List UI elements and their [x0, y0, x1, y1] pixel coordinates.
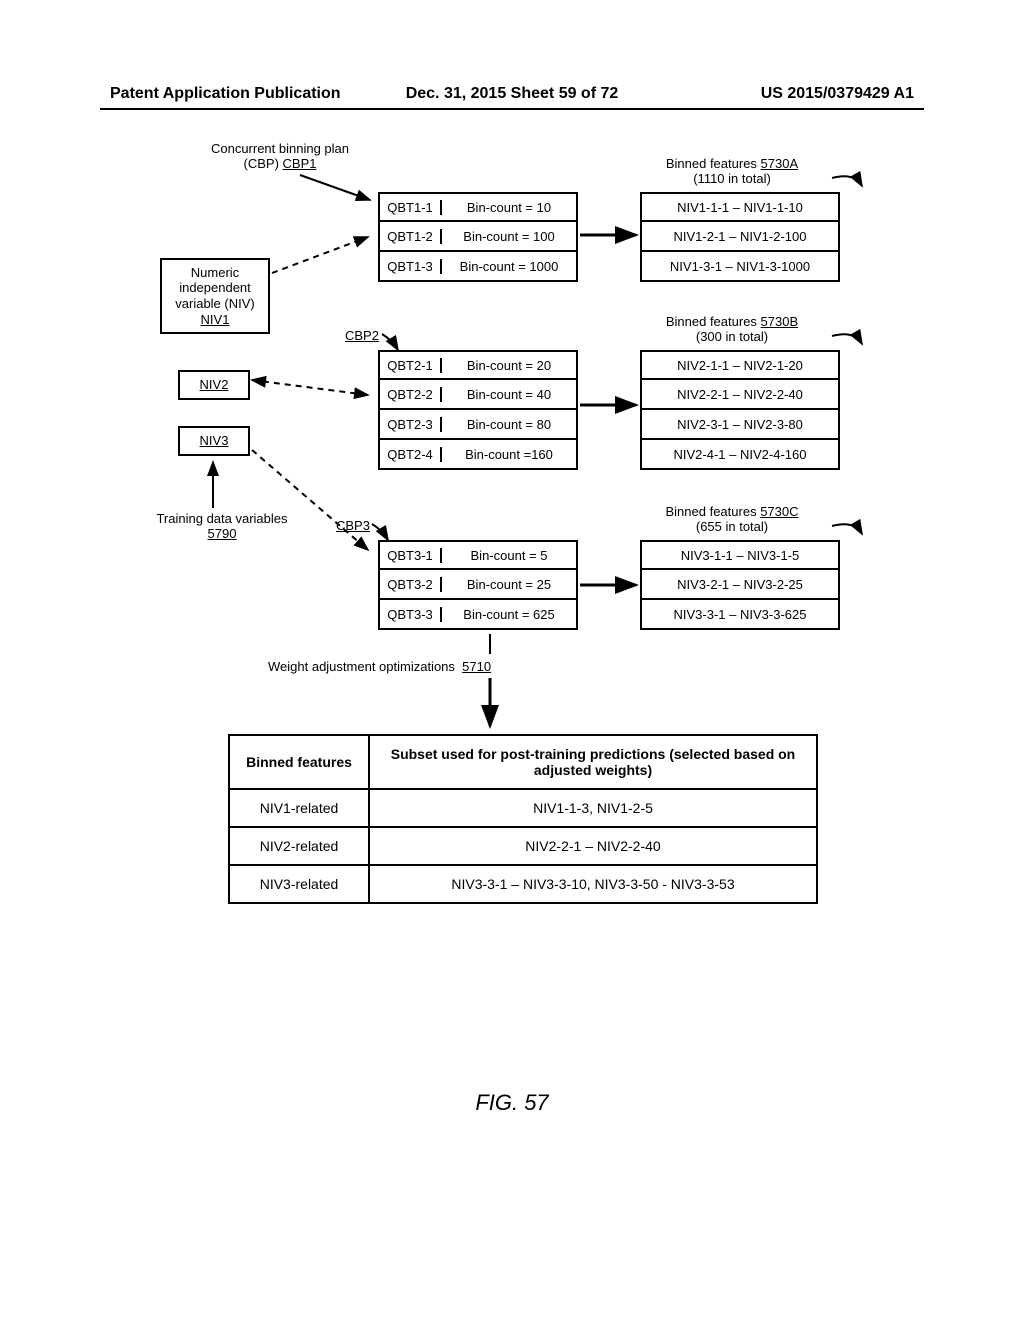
- results-cell: NIV1-1-3, NIV1-2-5: [369, 789, 817, 827]
- binned-cell: NIV3-3-1 – NIV3-3-625: [640, 600, 840, 630]
- qbt-cell: QBT2-1: [380, 358, 442, 373]
- results-head-1: Subset used for post-training prediction…: [369, 735, 817, 789]
- cbp2-label: CBP2: [345, 329, 379, 344]
- binned-cell: NIV3-1-1 – NIV3-1-5: [640, 540, 840, 570]
- results-cell: NIV1-related: [229, 789, 369, 827]
- figure-caption: FIG. 57: [0, 1090, 1024, 1116]
- wao-label: Weight adjustment optimizations 5710: [268, 660, 578, 675]
- qbt-cell: QBT3-2: [380, 577, 442, 592]
- binned-cell: NIV2-2-1 – NIV2-2-40: [640, 380, 840, 410]
- binned-cell: NIV2-4-1 – NIV2-4-160: [640, 440, 840, 470]
- bincount-cell: Bin-count = 40: [442, 387, 576, 402]
- cbp1-label: Concurrent binning plan(CBP) CBP1: [195, 142, 365, 172]
- niv1-box: Numericindependentvariable (NIV)NIV1: [160, 258, 270, 334]
- qbt-cell: QBT1-1: [380, 200, 442, 215]
- bincount-cell: Bin-count = 20: [442, 358, 576, 373]
- binned-cell: NIV2-1-1 – NIV2-1-20: [640, 350, 840, 380]
- binned-b-table: NIV2-1-1 – NIV2-1-20 NIV2-2-1 – NIV2-2-4…: [640, 350, 840, 470]
- qbt-cell: QBT1-3: [380, 259, 442, 274]
- qbt-cell: QBT3-1: [380, 548, 442, 563]
- bincount-cell: Bin-count = 100: [442, 229, 576, 244]
- bf-b-label: Binned features 5730B(300 in total): [622, 315, 842, 345]
- binned-cell: NIV3-2-1 – NIV3-2-25: [640, 570, 840, 600]
- bincount-cell: Bin-count = 5: [442, 548, 576, 563]
- bincount-cell: Bin-count = 10: [442, 200, 576, 215]
- bf-c-label: Binned features 5730C(655 in total): [622, 505, 842, 535]
- qbt-cell: QBT2-3: [380, 417, 442, 432]
- tdv-label: Training data variables5790: [142, 512, 302, 542]
- binned-cell: NIV1-2-1 – NIV1-2-100: [640, 222, 840, 252]
- bincount-cell: Bin-count = 80: [442, 417, 576, 432]
- cbp1-table: QBT1-1Bin-count = 10 QBT1-2Bin-count = 1…: [378, 192, 578, 282]
- qbt-cell: QBT1-2: [380, 229, 442, 244]
- bf-a-label: Binned features 5730A(1110 in total): [622, 157, 842, 187]
- bincount-cell: Bin-count =160: [442, 447, 576, 462]
- results-cell: NIV3-related: [229, 865, 369, 903]
- cbp3-label: CBP3: [336, 519, 370, 534]
- bincount-cell: Bin-count = 1000: [442, 259, 576, 274]
- pub-header-right: US 2015/0379429 A1: [761, 85, 914, 103]
- qbt-cell: QBT2-2: [380, 387, 442, 402]
- results-cell: NIV3-3-1 – NIV3-3-10, NIV3-3-50 - NIV3-3…: [369, 865, 817, 903]
- results-head-0: Binned features: [229, 735, 369, 789]
- binned-c-table: NIV3-1-1 – NIV3-1-5 NIV3-2-1 – NIV3-2-25…: [640, 540, 840, 630]
- binned-a-table: NIV1-1-1 – NIV1-1-10 NIV1-2-1 – NIV1-2-1…: [640, 192, 840, 282]
- niv3-box: NIV3: [178, 426, 250, 456]
- niv2-box: NIV2: [178, 370, 250, 400]
- results-cell: NIV2-related: [229, 827, 369, 865]
- cbp3-table: QBT3-1Bin-count = 5 QBT3-2Bin-count = 25…: [378, 540, 578, 630]
- results-cell: NIV2-2-1 – NIV2-2-40: [369, 827, 817, 865]
- binned-cell: NIV2-3-1 – NIV2-3-80: [640, 410, 840, 440]
- cbp2-table: QBT2-1Bin-count = 20 QBT2-2Bin-count = 4…: [378, 350, 578, 470]
- binned-cell: NIV1-1-1 – NIV1-1-10: [640, 192, 840, 222]
- qbt-cell: QBT3-3: [380, 607, 442, 622]
- qbt-cell: QBT2-4: [380, 447, 442, 462]
- binned-cell: NIV1-3-1 – NIV1-3-1000: [640, 252, 840, 282]
- bincount-cell: Bin-count = 25: [442, 577, 576, 592]
- header-rule: [100, 108, 924, 110]
- results-table: Binned features Subset used for post-tra…: [228, 734, 818, 904]
- bincount-cell: Bin-count = 625: [442, 607, 576, 622]
